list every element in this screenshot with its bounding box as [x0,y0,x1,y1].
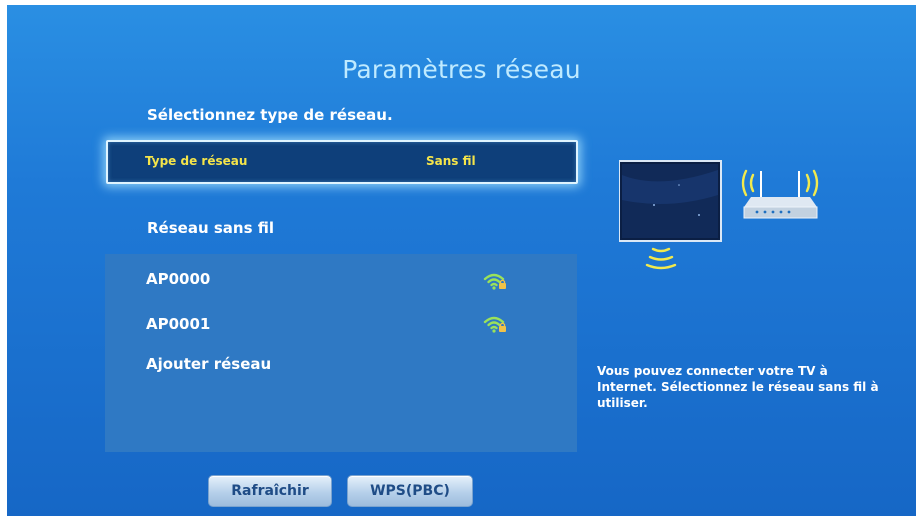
network-type-heading: Sélectionnez type de réseau. [147,106,393,124]
wifi-locked-icon [483,273,506,290]
list-item-ap0000[interactable]: AP0000 [146,270,210,288]
wireless-network-list: AP0000 AP0001 Ajouter réseau [105,254,577,452]
wireless-network-heading: Réseau sans fil [147,219,274,237]
router-signal-icon [741,169,819,197]
list-item-add-network[interactable]: Ajouter réseau [146,355,271,373]
wps-pbc-button[interactable]: WPS(PBC) [347,475,473,507]
router-icon [743,171,818,219]
refresh-button[interactable]: Rafraîchir [208,475,332,507]
page-title: Paramètres réseau [342,55,581,84]
network-type-label: Type de réseau [145,154,248,168]
network-type-value: Sans fil [426,154,476,168]
network-settings-screen: Paramètres réseau Sélectionnez type de r… [7,5,916,516]
help-text: Vous pouvez connecter votre TV à Interne… [597,364,879,410]
wifi-locked-icon [483,316,506,333]
tv-signal-icon [645,247,677,270]
tv-router-illustration [619,160,819,270]
tv-icon [619,160,722,242]
list-item-ap0001[interactable]: AP0001 [146,315,210,333]
network-type-selector[interactable]: Type de réseau Sans fil [106,140,578,184]
